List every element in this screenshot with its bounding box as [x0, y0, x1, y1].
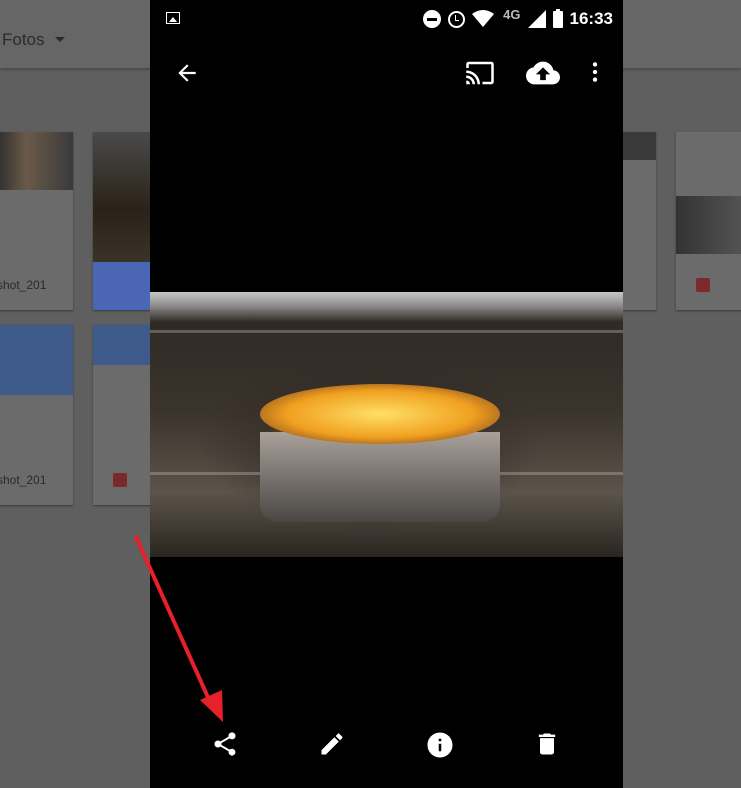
- baking-pan: [260, 432, 500, 522]
- more-vert-icon[interactable]: [582, 59, 608, 85]
- photo-card[interactable]: shot_201: [0, 132, 73, 310]
- viewer-action-bar: [150, 718, 623, 774]
- signal-icon: [527, 10, 546, 28]
- card-caption: shot_201: [0, 278, 47, 292]
- info-icon[interactable]: [425, 730, 455, 760]
- battery-icon: [552, 8, 563, 28]
- document-icon: [113, 473, 127, 487]
- cast-icon[interactable]: [465, 58, 495, 88]
- viewer-toolbar: [150, 48, 623, 98]
- photo-card[interactable]: shot_201: [0, 325, 73, 505]
- chevron-down-icon[interactable]: [55, 37, 65, 42]
- cloud-upload-icon[interactable]: [526, 56, 560, 90]
- photo-card[interactable]: [623, 132, 656, 310]
- image-notification-icon: [166, 12, 180, 24]
- document-icon: [696, 278, 710, 292]
- do-not-disturb-icon: [423, 10, 442, 28]
- delete-trash-icon[interactable]: [533, 730, 561, 758]
- status-bar: 4G 16:33: [150, 0, 623, 38]
- status-time: 16:33: [569, 9, 613, 28]
- arrow-left-icon[interactable]: [174, 60, 200, 86]
- card-caption: shot_201: [0, 473, 47, 487]
- photo-viewer: 4G 16:33: [150, 0, 623, 788]
- share-icon[interactable]: [211, 730, 239, 758]
- network-type: 4G: [503, 6, 521, 22]
- wifi-icon: [472, 10, 495, 27]
- photo-card[interactable]: [93, 325, 153, 505]
- photo-card[interactable]: [676, 132, 741, 310]
- alarm-icon: [448, 10, 466, 28]
- displayed-photo[interactable]: [150, 292, 623, 557]
- photo-card[interactable]: [93, 132, 153, 310]
- edit-pencil-icon[interactable]: [318, 730, 346, 758]
- app-title[interactable]: Fotos: [2, 30, 45, 50]
